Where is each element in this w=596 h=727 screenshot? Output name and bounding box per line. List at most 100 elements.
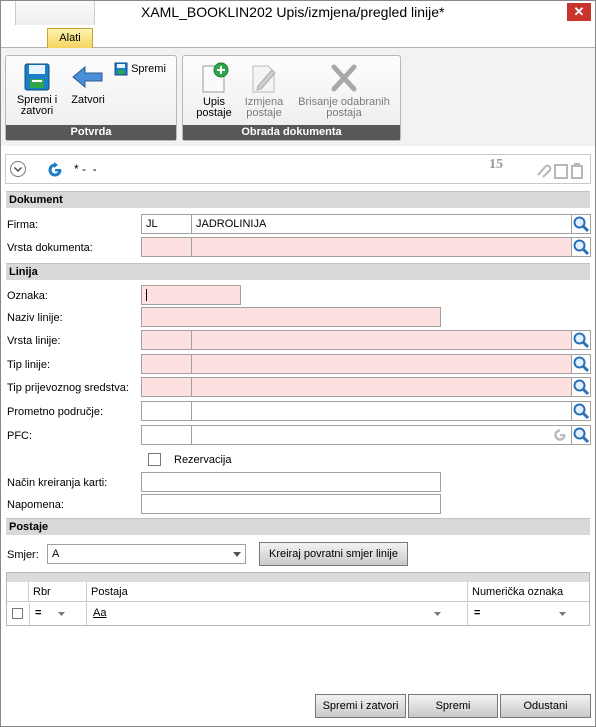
magnifier-icon <box>573 403 590 420</box>
prometno-podrucje-lookup-button[interactable] <box>571 401 591 421</box>
smjer-select[interactable]: A <box>47 544 246 564</box>
footer-cancel-button[interactable]: Odustani <box>500 694 591 718</box>
smjer-value: A <box>52 548 60 560</box>
column-divider <box>86 582 87 602</box>
column-header-numericka-oznaka[interactable]: Numerička oznaka <box>472 586 563 598</box>
tip-prijevoznog-sredstva-label: Tip prijevoznog sredstva: <box>7 382 129 394</box>
column-divider <box>86 603 87 625</box>
title-bar: XAML_BOOKLIN202 Upis/izmjena/pregled lin… <box>1 1 595 25</box>
text-cursor <box>146 289 147 302</box>
naziv-linije-input[interactable] <box>141 307 441 327</box>
firma-label: Firma: <box>7 219 39 231</box>
vrsta-dokumenta-name-input[interactable] <box>191 237 572 257</box>
magnifier-icon <box>573 332 590 349</box>
delete-x-icon <box>331 64 357 92</box>
ribbon-tab-strip: Alati <box>1 25 595 49</box>
column-header-postaja[interactable]: Postaja <box>91 586 128 598</box>
napomena-input[interactable] <box>141 494 441 514</box>
tip-prijevoznog-sredstva-name-input[interactable] <box>191 377 572 397</box>
edit-station-button[interactable]: Izmjena postaje <box>239 62 289 119</box>
filter-postaja-operator[interactable]: Aa <box>93 607 106 619</box>
tip-prijevoznog-sredstva-code-input[interactable] <box>141 377 192 397</box>
column-divider <box>29 603 30 625</box>
filter-dropdown-icon[interactable] <box>559 612 566 616</box>
collapse-chevron-icon[interactable] <box>9 160 27 178</box>
napomena-label: Napomena: <box>7 499 64 511</box>
ribbon-group-potvrda: Spremi i zatvori Zatvori Spremi Potvrda <box>5 55 177 141</box>
filter-dropdown-icon[interactable] <box>434 612 441 616</box>
magnifier-icon <box>573 379 590 396</box>
column-divider <box>467 603 468 625</box>
stations-grid: Rbr Postaja Numerička oznaka = Aa = <box>6 572 590 626</box>
window-tab-stub <box>15 1 95 25</box>
naziv-linije-label: Naziv linije: <box>7 312 63 324</box>
vrsta-linije-lookup-button[interactable] <box>571 330 591 350</box>
group-label-obrada-dokumenta: Obrada dokumenta <box>183 125 400 140</box>
save-icon <box>114 62 128 76</box>
oznaka-label: Oznaka: <box>7 290 48 302</box>
column-header-rbr[interactable]: Rbr <box>33 586 51 598</box>
add-station-button[interactable]: Upis postaje <box>189 62 239 119</box>
prometno-podrucje-label: Prometno područje: <box>7 406 103 418</box>
filter-dropdown-icon[interactable] <box>58 612 65 616</box>
firma-code-input[interactable]: JL <box>141 214 192 234</box>
vrsta-linije-code-input[interactable] <box>141 330 192 350</box>
save-button[interactable]: Spremi <box>114 62 174 76</box>
create-return-direction-button[interactable]: Kreiraj povratni smjer linije <box>259 542 408 566</box>
pfc-refresh-icon[interactable] <box>552 427 568 443</box>
oznaka-input[interactable] <box>141 285 241 305</box>
footer-save-and-close-button[interactable]: Spremi i zatvori <box>315 694 406 718</box>
grid-header-select <box>7 582 29 602</box>
section-postaje: Postaje <box>6 518 590 535</box>
save-and-close-button[interactable]: Spremi i zatvori <box>12 62 62 117</box>
close-label: Zatvori <box>71 94 105 106</box>
refresh-icon[interactable] <box>46 161 64 179</box>
magnifier-icon <box>573 216 590 233</box>
grid-top-strip <box>7 573 589 582</box>
section-linija: Linija <box>6 263 590 280</box>
edit-station-label-2: postaje <box>246 107 282 119</box>
grid-header-row: Rbr Postaja Numerička oznaka <box>7 582 589 602</box>
dropdown-arrow-icon <box>233 552 241 557</box>
tip-linije-code-input[interactable] <box>141 354 192 374</box>
prometno-podrucje-name-input[interactable] <box>191 401 572 421</box>
record-header-bar: * - - 15 <box>5 154 591 184</box>
tip-prijevoznog-sredstva-lookup-button[interactable] <box>571 377 591 397</box>
tip-linije-name-input[interactable] <box>191 354 572 374</box>
vrsta-dokumenta-code-input[interactable] <box>141 237 192 257</box>
add-station-label-2: postaje <box>196 107 232 119</box>
pfc-lookup-button[interactable] <box>571 425 591 445</box>
grid-filter-row: = Aa = <box>7 603 589 625</box>
vrsta-dokumenta-lookup-button[interactable] <box>571 237 591 257</box>
nacin-kreiranja-karti-input[interactable] <box>141 472 441 492</box>
pfc-code-input[interactable] <box>141 425 192 445</box>
attachments-icon[interactable] <box>534 161 588 181</box>
firma-lookup-button[interactable] <box>571 214 591 234</box>
delete-selected-stations-button[interactable]: Brisanje odabranih postaja <box>289 62 399 119</box>
column-divider <box>467 582 468 602</box>
filter-rbr-operator[interactable]: = <box>35 607 41 619</box>
filter-select-all-checkbox[interactable] <box>12 608 23 619</box>
record-counter: 15 <box>489 157 503 172</box>
group-label-potvrda: Potvrda <box>6 125 176 140</box>
prometno-podrucje-code-input[interactable] <box>141 401 192 421</box>
ribbon: Spremi i zatvori Zatvori Spremi Potvrda <box>1 48 595 146</box>
filter-numericka-operator[interactable]: = <box>474 607 480 619</box>
firma-name-input[interactable]: JADROLINIJA <box>191 214 572 234</box>
tab-alati[interactable]: Alati <box>47 28 93 49</box>
rezervacija-checkbox[interactable] <box>148 453 161 466</box>
window-title: XAML_BOOKLIN202 Upis/izmjena/pregled lin… <box>141 4 445 20</box>
vrsta-linije-name-input[interactable] <box>191 330 572 350</box>
pfc-name-input[interactable] <box>191 425 572 445</box>
delete-label-2: postaja <box>326 107 362 119</box>
new-document-icon <box>202 62 229 93</box>
record-title: * - - <box>74 162 97 176</box>
rezervacija-label: Rezervacija <box>174 454 232 466</box>
smjer-label: Smjer: <box>7 549 39 561</box>
close-button[interactable]: Zatvori <box>66 62 110 106</box>
footer-save-button[interactable]: Spremi <box>408 694 498 718</box>
ribbon-group-obrada-dokumenta: Upis postaje Izmjena postaje Brisanje od… <box>182 55 401 141</box>
back-arrow-icon <box>72 65 103 89</box>
tip-linije-lookup-button[interactable] <box>571 354 591 374</box>
close-window-button[interactable]: ✕ <box>567 3 591 21</box>
